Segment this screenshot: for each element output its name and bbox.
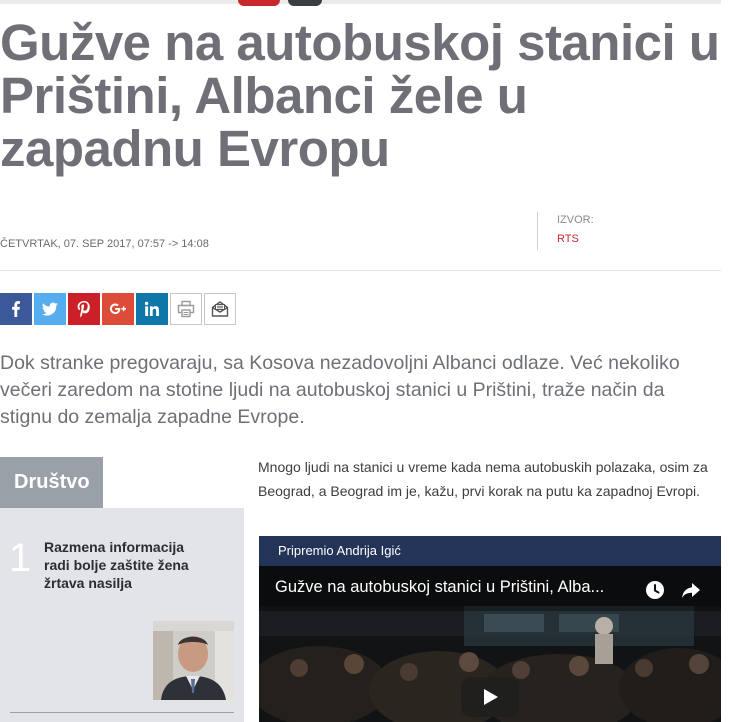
print-icon <box>177 300 195 318</box>
video-credit-bar: Pripremio Andrija Igić <box>259 536 721 566</box>
source-divider <box>537 212 538 250</box>
google-plus-icon <box>109 303 126 315</box>
video-player[interactable]: Gužve na autobuskoj stanici u Prištini, … <box>259 566 721 722</box>
share-linkedin-button[interactable] <box>136 293 168 325</box>
sidebar-item-thumbnail[interactable] <box>153 621 234 700</box>
pinterest-icon <box>77 301 90 318</box>
top-image-fragment <box>238 0 280 6</box>
share-bar <box>0 293 236 325</box>
linkedin-icon <box>144 301 159 316</box>
share-facebook-button[interactable] <box>0 293 32 325</box>
article-lead: Dok stranke pregovaraju, sa Kosova nezad… <box>0 352 680 428</box>
top-image-fragment <box>288 0 322 6</box>
share-pinterest-button[interactable] <box>68 293 100 325</box>
email-icon <box>211 301 229 317</box>
source-label: IZVOR: <box>557 214 594 226</box>
article-title: Gužve na autobuskoj stanici u Prištini, … <box>0 14 720 177</box>
play-icon[interactable] <box>461 677 519 717</box>
share-arrow-icon[interactable] <box>680 579 702 601</box>
facebook-icon <box>12 301 20 317</box>
sidebar-item-title[interactable]: Razmena informacija radi bolje zaštite ž… <box>44 538 194 592</box>
share-twitter-button[interactable] <box>34 293 66 325</box>
article-body: Mnogo ljudi na stanici u vreme kada nema… <box>258 459 708 499</box>
source-link[interactable]: RTS <box>557 233 579 245</box>
sidebar-item-rank: 1 <box>9 536 32 580</box>
divider <box>0 270 721 271</box>
print-button[interactable] <box>170 293 202 325</box>
watch-later-icon[interactable] <box>644 579 666 601</box>
share-google-plus-button[interactable] <box>102 293 134 325</box>
top-image-strip <box>0 0 721 4</box>
email-button[interactable] <box>204 293 236 325</box>
video-title[interactable]: Gužve na autobuskoj stanici u Prištini, … <box>275 578 635 597</box>
sidebar-divider <box>10 712 234 713</box>
article-date: ČETVRTAK, 07. SEP 2017, 07:57 -> 14:08 <box>0 238 209 250</box>
sidebar-section-tab[interactable]: Društvo <box>0 457 103 508</box>
twitter-icon <box>42 302 58 316</box>
